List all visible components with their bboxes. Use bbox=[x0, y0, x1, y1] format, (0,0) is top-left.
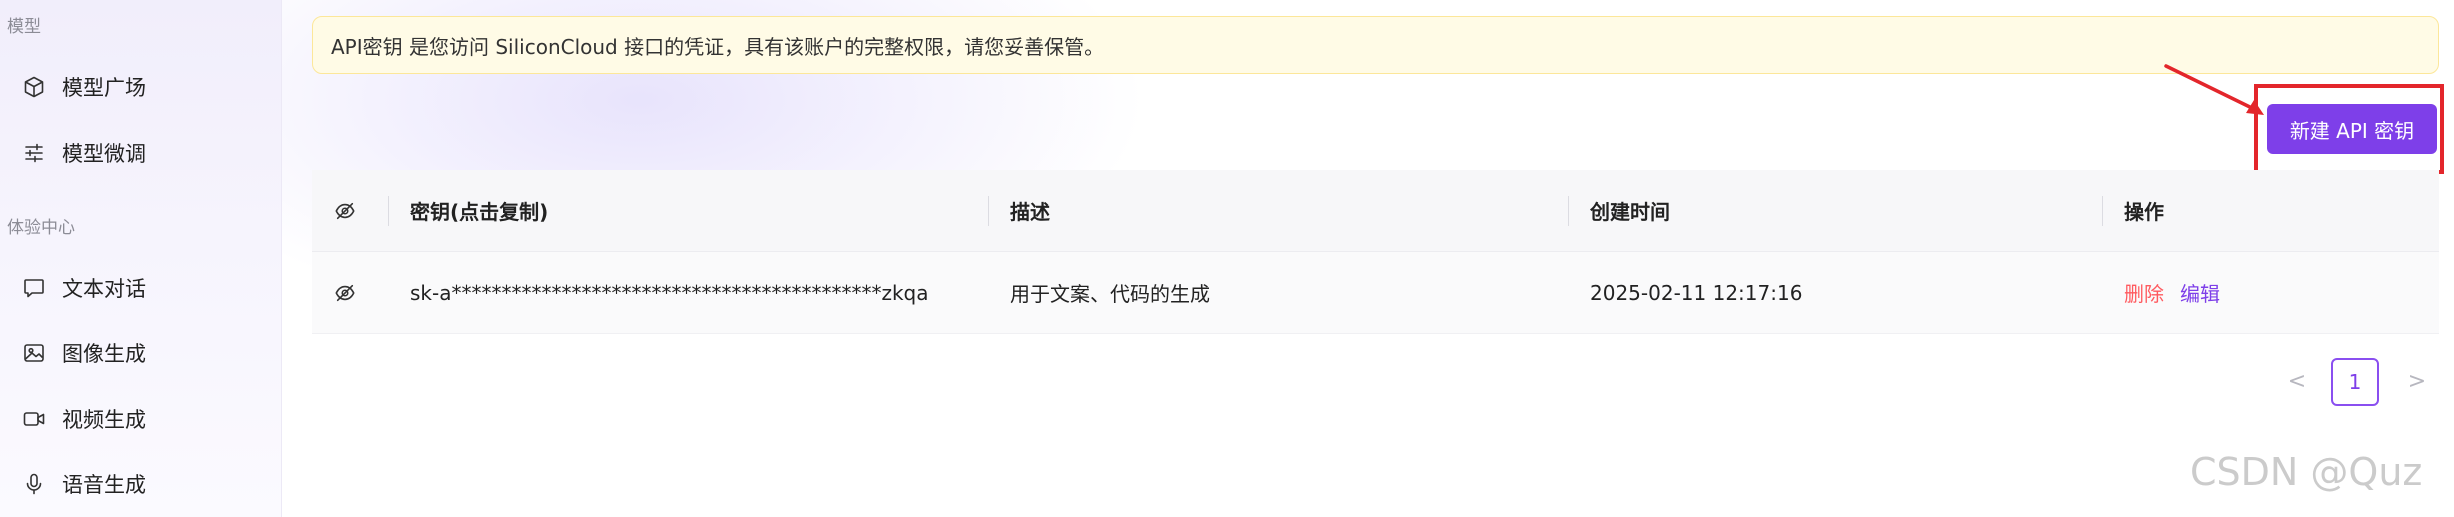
chat-bubble-icon bbox=[20, 274, 48, 302]
table-header-row: 密钥(点击复制) 描述 创建时间 操作 bbox=[312, 170, 2439, 252]
image-icon bbox=[20, 339, 48, 367]
cube-icon bbox=[20, 73, 48, 101]
sidebar-item-label: 视频生成 bbox=[62, 408, 146, 432]
delete-link[interactable]: 删除 bbox=[2124, 278, 2164, 307]
column-header-created-at: 创建时间 bbox=[1590, 200, 1670, 224]
notice-text: API密钥 是您访问 SiliconCloud 接口的凭证，具有该账户的完整权限… bbox=[331, 34, 1105, 59]
sidebar-item-model-square[interactable]: 模型广场 bbox=[20, 62, 260, 112]
new-api-key-button[interactable]: 新建 API 密钥 bbox=[2267, 104, 2437, 154]
watermark: CSDN @Quz bbox=[2190, 450, 2423, 494]
pagination-prev-button[interactable]: < bbox=[2282, 366, 2312, 396]
sidebar-item-speech-generation[interactable]: 语音生成 bbox=[20, 459, 260, 509]
column-header-description: 描述 bbox=[1010, 200, 1050, 224]
sidebar-item-model-finetune[interactable]: 模型微调 bbox=[20, 128, 260, 178]
sidebar-section-models: 模型 bbox=[7, 17, 41, 37]
key-created-at: 2025-02-11 12:17:16 bbox=[1590, 280, 1803, 305]
sidebar-item-label: 文本对话 bbox=[62, 277, 146, 301]
key-description: 用于文案、代码的生成 bbox=[1010, 282, 1210, 306]
sidebar-item-label: 语音生成 bbox=[62, 473, 146, 497]
column-divider bbox=[988, 196, 989, 226]
api-key-value[interactable]: sk-a************************************… bbox=[410, 252, 929, 333]
pagination-next-button[interactable]: > bbox=[2402, 366, 2432, 396]
pagination-page-1[interactable]: 1 bbox=[2331, 358, 2379, 406]
api-key-notice-banner: API密钥 是您访问 SiliconCloud 接口的凭证，具有该账户的完整权限… bbox=[312, 16, 2439, 74]
sidebar-item-label: 模型微调 bbox=[62, 142, 146, 166]
sidebar-item-label: 图像生成 bbox=[62, 342, 146, 366]
sidebar-item-video-generation[interactable]: 视频生成 bbox=[20, 394, 260, 444]
video-camera-icon bbox=[20, 405, 48, 433]
edit-link[interactable]: 编辑 bbox=[2180, 278, 2220, 307]
column-divider bbox=[1568, 196, 1569, 226]
column-divider bbox=[2102, 196, 2103, 226]
sidebar: 模型 模型广场 模型微调 体验中心 文本对话 图像生成 视频生成 语音生成 bbox=[0, 0, 282, 517]
app-window: 模型 模型广场 模型微调 体验中心 文本对话 图像生成 视频生成 语音生成 AP… bbox=[0, 0, 2454, 517]
sidebar-section-playground: 体验中心 bbox=[7, 218, 75, 238]
microphone-icon bbox=[20, 470, 48, 498]
visibility-toggle[interactable] bbox=[334, 252, 356, 333]
sidebar-item-image-generation[interactable]: 图像生成 bbox=[20, 328, 260, 378]
api-key-table: 密钥(点击复制) 描述 创建时间 操作 sk-a****************… bbox=[312, 170, 2439, 334]
sidebar-item-label: 模型广场 bbox=[62, 76, 146, 100]
column-divider bbox=[388, 196, 389, 226]
eye-off-icon bbox=[335, 202, 355, 219]
table-row: sk-a************************************… bbox=[312, 252, 2439, 334]
column-header-actions: 操作 bbox=[2124, 200, 2164, 224]
sidebar-item-text-chat[interactable]: 文本对话 bbox=[20, 263, 260, 313]
row-actions: 删除 编辑 bbox=[2124, 252, 2236, 333]
eye-off-icon bbox=[335, 284, 355, 301]
sliders-icon bbox=[20, 139, 48, 167]
column-header-key: 密钥(点击复制) bbox=[410, 200, 549, 224]
visibility-toggle-all[interactable] bbox=[334, 170, 356, 251]
